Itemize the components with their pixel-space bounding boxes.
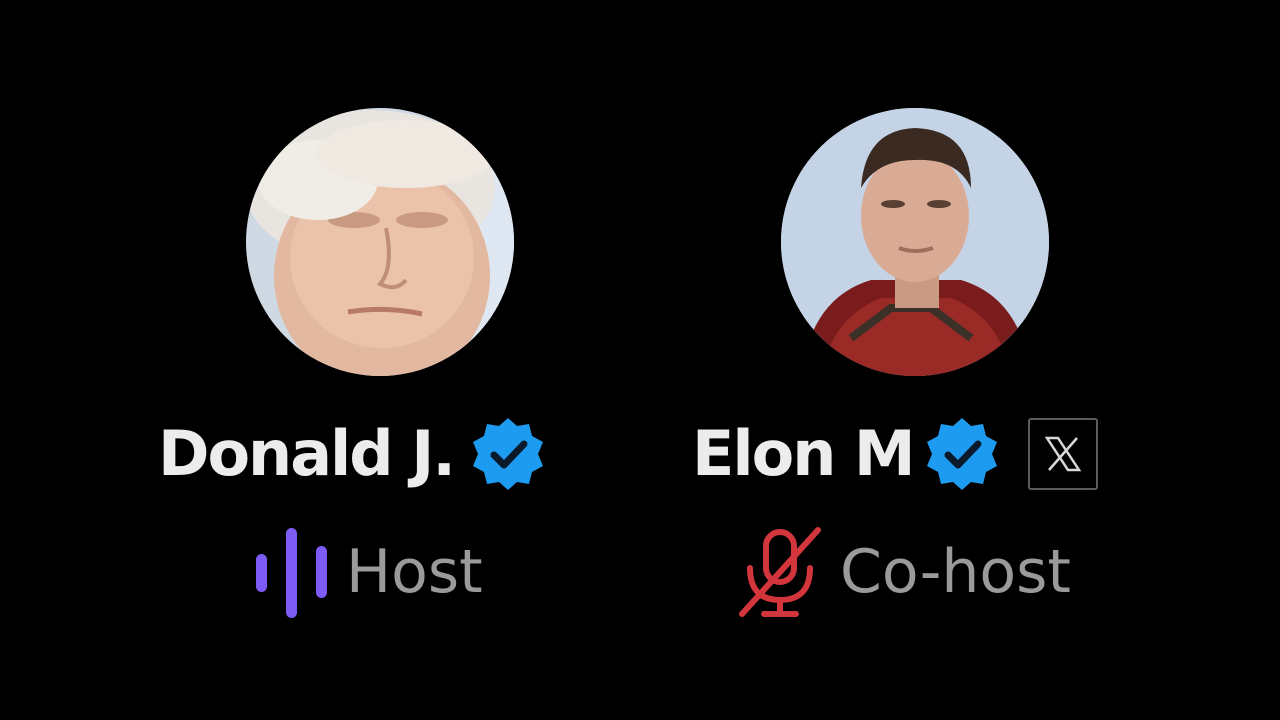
speaker-card-host[interactable]: Donald J. Host	[0, 0, 640, 720]
speaker-card-cohost[interactable]: Elon M Co-host	[640, 0, 1280, 720]
speaker-name: Elon M	[692, 417, 916, 490]
verified-badge-icon	[472, 418, 543, 490]
avatar[interactable]	[781, 108, 1049, 376]
speaker-name: Donald J.	[158, 417, 456, 490]
speaker-name-row: Elon M	[692, 412, 1098, 496]
speaking-waveform-icon	[256, 528, 327, 618]
speaker-name-row: Donald J.	[158, 412, 548, 496]
avatar[interactable]	[246, 108, 514, 376]
verified-badge-icon	[926, 418, 997, 490]
speaker-role-row: Co-host	[736, 522, 1071, 622]
x-logo-icon	[1027, 418, 1098, 490]
muted-microphone-icon	[739, 527, 821, 617]
spaces-speaker-panel: Donald J. Host Elon M Co-host	[0, 0, 1280, 720]
speaker-role-row: Host	[252, 522, 483, 622]
speaker-role: Host	[346, 537, 483, 607]
speaker-role: Co-host	[840, 537, 1071, 607]
